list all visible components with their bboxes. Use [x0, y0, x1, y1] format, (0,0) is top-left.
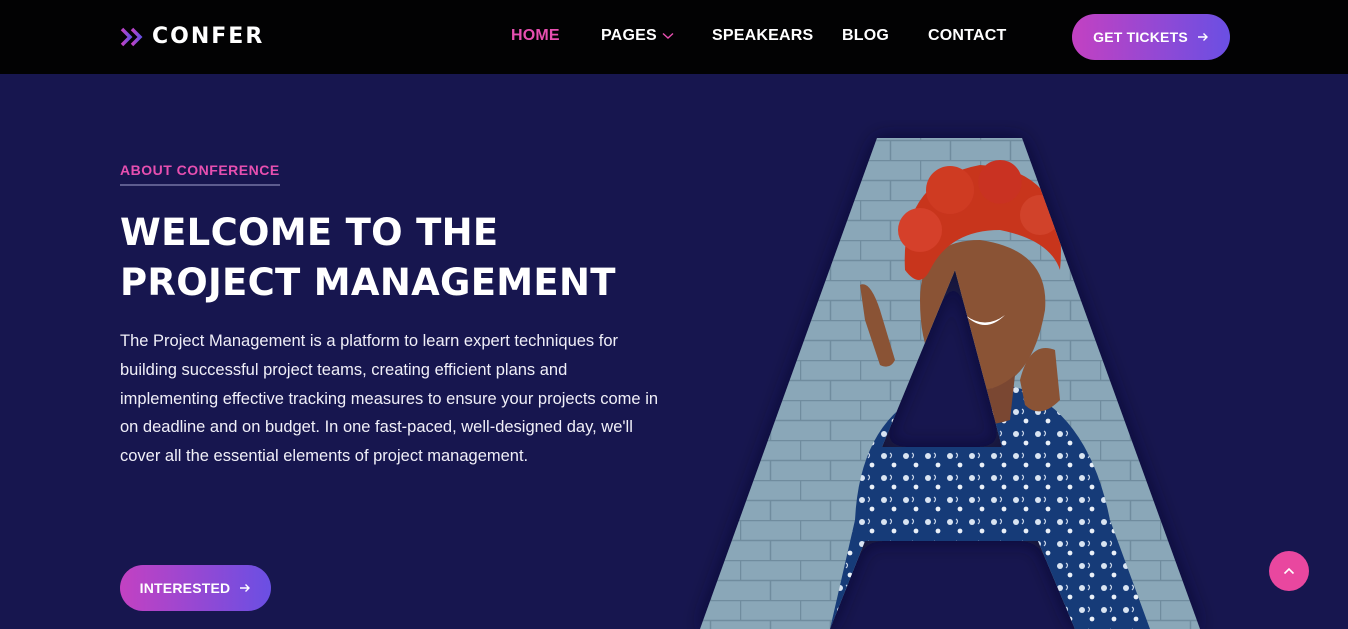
chevron-down-icon: [662, 32, 674, 39]
hero-title: WELCOME TO THE PROJECT MANAGEMENT: [120, 208, 680, 308]
interested-button[interactable]: INTERESTED: [120, 565, 271, 611]
nav-contact[interactable]: CONTACT: [928, 27, 1006, 45]
get-tickets-label: GET TICKETS: [1093, 29, 1188, 45]
double-chevron-icon: [120, 27, 143, 46]
nav-pages[interactable]: PAGES: [601, 27, 674, 45]
hero-description: The Project Management is a platform to …: [120, 332, 659, 466]
nav-home[interactable]: HOME: [511, 27, 560, 45]
get-tickets-button[interactable]: GET TICKETS: [1072, 14, 1230, 60]
arrow-right-icon: [240, 584, 251, 592]
logo[interactable]: CONFER: [120, 24, 264, 49]
scroll-to-top-button[interactable]: [1269, 551, 1309, 591]
section-eyebrow: ABOUT CONFERENCE: [120, 162, 280, 186]
hero-title-line-2: PROJECT MANAGEMENT: [120, 261, 616, 304]
nav-blog[interactable]: BLOG: [842, 27, 889, 45]
navbar: CONFER HOME PAGES SPEAKEARS BLOG CONTACT…: [0, 0, 1348, 74]
hero-letter-a-image: [700, 138, 1200, 629]
hero-title-line-1: WELCOME TO THE: [120, 211, 499, 254]
interested-label: INTERESTED: [139, 580, 231, 596]
nav-pages-label: PAGES: [601, 27, 657, 44]
arrow-right-icon: [1197, 33, 1208, 41]
brand-name: CONFER: [152, 24, 265, 49]
chevron-up-icon: [1283, 567, 1295, 575]
nav-speakers[interactable]: SPEAKEARS: [712, 27, 813, 45]
